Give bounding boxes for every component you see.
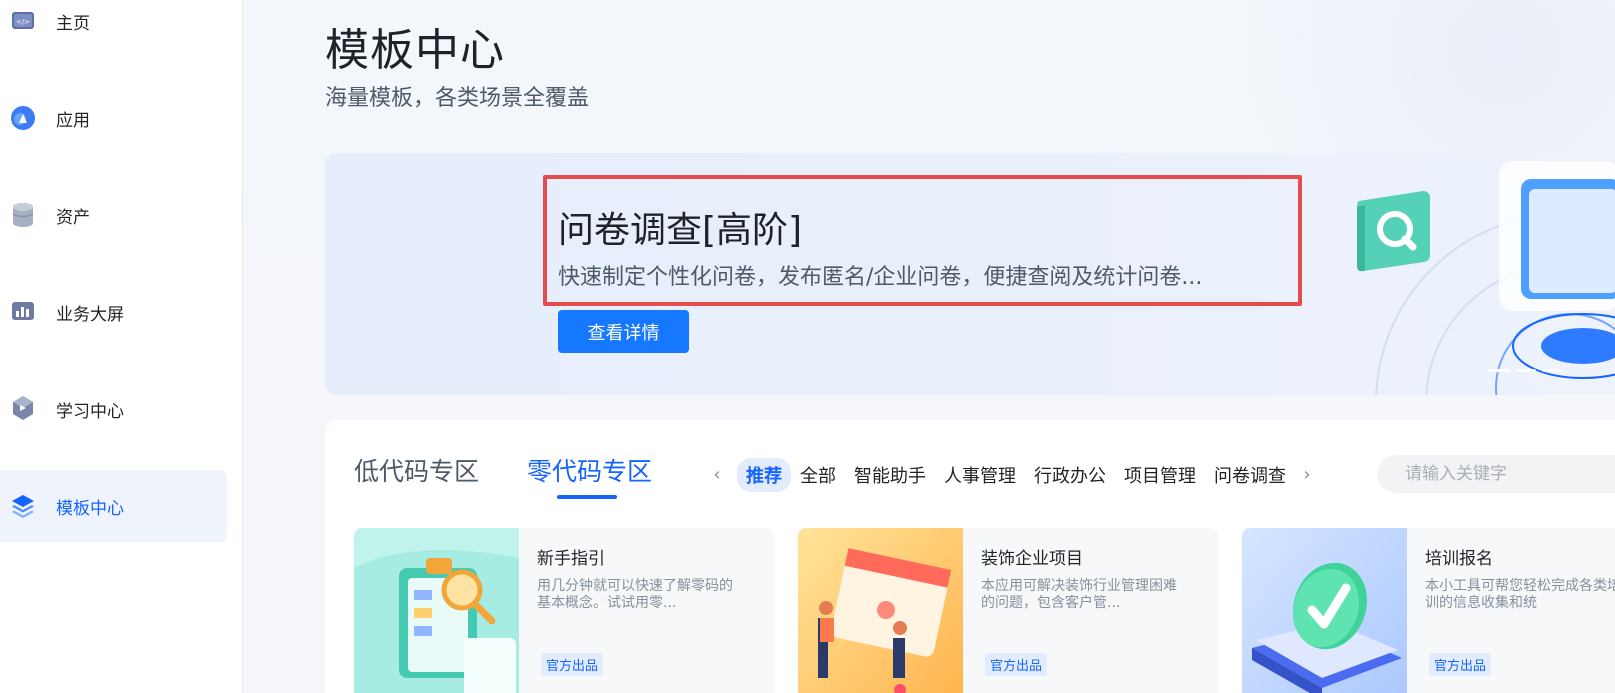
category-all[interactable]: 全部: [791, 458, 845, 492]
category-prev-icon[interactable]: ‹: [705, 460, 729, 488]
page-subtitle: 海量模板，各类场景全覆盖: [325, 86, 590, 111]
sidebar-item-home[interactable]: </> 主页: [0, 0, 227, 57]
carousel-indicators: [1488, 369, 1562, 372]
carousel-dot[interactable]: [1488, 369, 1510, 372]
category-survey[interactable]: 问卷调查: [1205, 458, 1295, 492]
template-description: 本小工具可帮您轻松完成各类培训的信息收集和统: [1425, 578, 1615, 611]
device-illustration-icon: [1499, 161, 1615, 379]
template-name: 装饰企业项目: [981, 549, 1083, 569]
sidebar-item-assets[interactable]: 资产: [0, 179, 227, 251]
sidebar-item-label: 资产: [56, 207, 90, 228]
tab-low-code[interactable]: 低代码专区: [354, 452, 479, 488]
code-window-icon: </>: [10, 8, 36, 34]
official-badge: 官方出品: [985, 653, 1048, 676]
clipboard-illustration-icon: [354, 528, 519, 693]
sidebar-item-label: 业务大屏: [56, 304, 124, 325]
main-content: 模板中心 海量模板，各类场景全覆盖 问卷调查[高阶] 快速制定个性化问卷，发布匿…: [243, 0, 1615, 693]
svg-text:</>: </>: [16, 18, 30, 26]
app-cloud-icon: [10, 105, 36, 131]
category-project-management[interactable]: 项目管理: [1115, 458, 1205, 492]
category-hr[interactable]: 人事管理: [935, 458, 1025, 492]
sidebar-item-label: 主页: [56, 13, 90, 34]
sidebar-item-label: 学习中心: [56, 401, 124, 422]
sidebar: </> 主页 应用 资产 业务大屏 学习中心 模板中心: [0, 0, 243, 693]
layers-icon: [10, 493, 36, 519]
highlight-box: [543, 175, 1302, 306]
tab-no-code[interactable]: 零代码专区: [527, 452, 652, 488]
active-tab-indicator: [557, 495, 617, 499]
database-icon: [10, 202, 36, 228]
graduation-icon: [10, 396, 36, 422]
search-input[interactable]: [1377, 455, 1615, 493]
template-name: 新手指引: [537, 549, 605, 569]
carousel-dot[interactable]: [1516, 369, 1536, 372]
checkmark-book-illustration-icon: [1242, 528, 1407, 693]
magnifier-tile-icon: [1357, 191, 1430, 272]
sidebar-item-learning[interactable]: 学习中心: [0, 373, 227, 445]
template-card-decoration-project[interactable]: 装饰企业项目 本应用可解决装饰行业管理困难的问题，包含客户管... 官方出品: [798, 528, 1218, 693]
template-description: 本应用可解决装饰行业管理困难的问题，包含客户管...: [981, 578, 1177, 611]
sidebar-item-dashboard[interactable]: 业务大屏: [0, 276, 227, 348]
category-next-icon[interactable]: ›: [1295, 460, 1319, 488]
bar-screen-icon: [10, 299, 36, 325]
official-badge: 官方出品: [1429, 653, 1492, 676]
category-admin-office[interactable]: 行政办公: [1025, 458, 1115, 492]
featured-banner[interactable]: 问卷调查[高阶] 快速制定个性化问卷，发布匿名/企业问卷，便捷查阅及统计问卷..…: [325, 153, 1615, 395]
sidebar-item-templates[interactable]: 模板中心: [0, 470, 227, 542]
carousel-dot[interactable]: [1542, 369, 1562, 372]
template-description: 用几分钟就可以快速了解零码的基本概念。试试用零...: [537, 578, 733, 611]
view-details-button[interactable]: 查看详情: [558, 310, 689, 353]
sidebar-item-apps[interactable]: 应用: [0, 82, 227, 154]
sidebar-item-label: 应用: [56, 110, 90, 131]
storefront-illustration-icon: [798, 528, 963, 693]
template-name: 培训报名: [1425, 549, 1493, 569]
template-card-beginner-guide[interactable]: 新手指引 用几分钟就可以快速了解零码的基本概念。试试用零... 官方出品: [354, 528, 774, 693]
official-badge: 官方出品: [541, 653, 604, 676]
category-recommended[interactable]: 推荐: [737, 458, 791, 492]
template-card-training-signup[interactable]: 培训报名 本小工具可帮您轻松完成各类培训的信息收集和统 官方出品: [1242, 528, 1615, 693]
template-panel: 低代码专区 零代码专区 ‹ 推荐 全部 智能助手 人事管理 行政办公 项目管理 …: [325, 420, 1615, 693]
category-list: 推荐 全部 智能助手 人事管理 行政办公 项目管理 问卷调查: [737, 458, 1295, 492]
page-title: 模板中心: [325, 25, 505, 76]
category-ai-assistant[interactable]: 智能助手: [845, 458, 935, 492]
sidebar-item-label: 模板中心: [56, 498, 124, 519]
